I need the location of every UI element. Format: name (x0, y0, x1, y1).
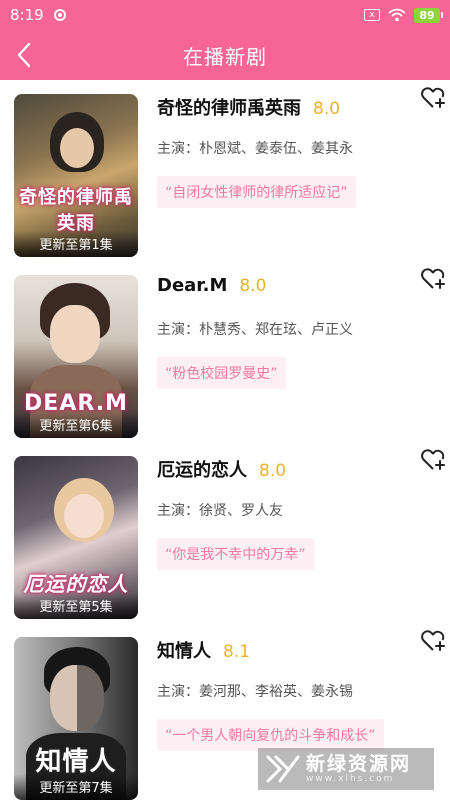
show-info: 奇怪的律师禹英雨 8.0 主演：朴恩斌、姜泰伍、姜其永 “自闭女性律师的律所适应… (157, 94, 434, 208)
back-arrow-icon (17, 42, 31, 68)
show-tagline: “粉色校园罗曼史” (157, 357, 286, 389)
episode-update-label: 更新至第5集 (14, 593, 138, 619)
episode-update-label: 更新至第6集 (14, 412, 138, 438)
show-cast: 主演：朴恩斌、姜泰伍、姜其永 (157, 141, 353, 157)
show-rating: 8.0 (259, 461, 287, 481)
show-title[interactable]: Dear.M (157, 275, 227, 296)
episode-update-label: 更新至第7集 (14, 774, 138, 800)
back-button[interactable] (10, 40, 38, 70)
show-tagline: “一个男人朝向复仇的斗争和成长” (157, 719, 384, 751)
show-tagline: “自闭女性律师的律所适应记” (157, 176, 356, 208)
notification-dot-icon (53, 9, 66, 21)
title-row: 知情人 8.1 (157, 637, 434, 671)
show-poster[interactable]: 奇怪的律师禹英雨 更新至第1集 (14, 94, 138, 257)
show-card[interactable]: 厄运的恋人 更新至第5集 厄运的恋人 8.0 主演：徐贤、罗人友 “你是我不幸中… (0, 442, 450, 623)
show-info: Dear.M 8.0 主演：朴慧秀、郑在玹、卢正义 “粉色校园罗曼史” (157, 275, 434, 389)
show-cast: 主演：徐贤、罗人友 (157, 503, 283, 519)
show-list: 奇怪的律师禹英雨 更新至第1集 奇怪的律师禹英雨 8.0 主演：朴恩斌、姜泰伍、… (0, 80, 450, 800)
show-poster[interactable]: 知情人 更新至第7集 (14, 637, 138, 800)
status-bar: 8:19 x 89 (0, 0, 450, 30)
status-icons: x 89 (364, 7, 443, 23)
show-rating: 8.0 (313, 99, 341, 119)
favorite-add-icon[interactable] (420, 265, 448, 291)
wifi-icon (388, 8, 406, 22)
show-title[interactable]: 厄运的恋人 (157, 456, 247, 482)
show-info: 知情人 8.1 主演：姜河那、李裕英、姜永锡 “一个男人朝向复仇的斗争和成长” (157, 637, 434, 751)
watermark-url: www.xlhs.com (306, 773, 395, 784)
title-row: 奇怪的律师禹英雨 8.0 (157, 94, 434, 128)
page-title: 在播新剧 (183, 44, 267, 69)
battery-indicator: 89 (414, 7, 443, 23)
show-info: 厄运的恋人 8.0 主演：徐贤、罗人友 “你是我不幸中的万幸” (157, 456, 434, 570)
favorite-add-icon[interactable] (420, 627, 448, 653)
title-row: Dear.M 8.0 (157, 275, 434, 309)
show-card[interactable]: DEAR.M 更新至第6集 Dear.M 8.0 主演：朴慧秀、郑在玹、卢正义 … (0, 261, 450, 442)
title-row: 厄运的恋人 8.0 (157, 456, 434, 490)
site-watermark: 新绿资源网 www.xlhs.com (258, 748, 434, 790)
poster-face (64, 494, 104, 538)
episode-update-label: 更新至第1集 (14, 231, 138, 257)
watermark-text: 新绿资源网 (306, 752, 412, 775)
favorite-add-icon[interactable] (420, 84, 448, 110)
poster-face (50, 665, 104, 731)
show-tagline: “你是我不幸中的万幸” (157, 538, 314, 570)
show-poster[interactable]: DEAR.M 更新至第6集 (14, 275, 138, 438)
show-card[interactable]: 奇怪的律师禹英雨 更新至第1集 奇怪的律师禹英雨 8.0 主演：朴恩斌、姜泰伍、… (0, 80, 450, 261)
show-title[interactable]: 奇怪的律师禹英雨 (157, 94, 301, 120)
watermark-text-group: 新绿资源网 www.xlhs.com (306, 752, 412, 785)
favorite-add-icon[interactable] (420, 446, 448, 472)
top-app-bar: 在播新剧 (0, 30, 450, 80)
show-poster[interactable]: 厄运的恋人 更新至第5集 (14, 456, 138, 619)
show-title[interactable]: 知情人 (157, 637, 211, 663)
poster-face (50, 305, 100, 363)
show-cast: 主演：姜河那、李裕英、姜永锡 (157, 684, 353, 700)
watermark-logo-icon (266, 755, 300, 783)
no-sim-icon: x (364, 9, 380, 21)
show-rating: 8.1 (223, 642, 251, 662)
show-rating: 8.0 (239, 276, 267, 296)
poster-title: 知情人 (35, 747, 117, 777)
status-time: 8:19 (10, 6, 44, 24)
poster-face (60, 128, 94, 168)
show-cast: 主演：朴慧秀、郑在玹、卢正义 (157, 322, 353, 338)
poster-title: 奇怪的律师禹英雨 (19, 187, 133, 234)
